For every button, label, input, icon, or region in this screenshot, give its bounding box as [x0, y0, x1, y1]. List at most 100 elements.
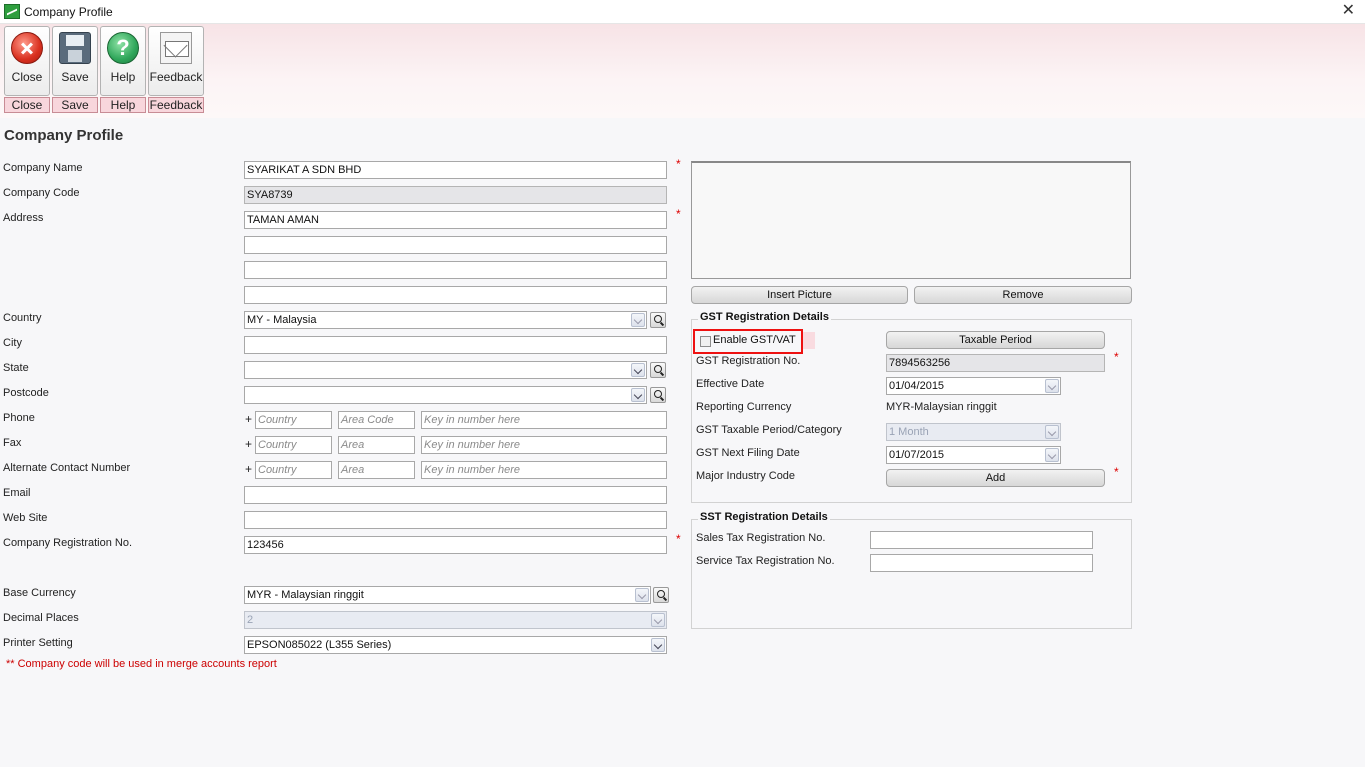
insert-picture-button[interactable]: Insert Picture — [691, 286, 908, 304]
company-code-label: Company Code — [3, 187, 80, 199]
help-sub-button[interactable]: Help — [100, 97, 146, 113]
close-button-label: Close — [11, 70, 43, 84]
country-select-value: MY - Malaysia — [247, 314, 317, 326]
chevron-down-icon[interactable] — [631, 388, 645, 402]
close-sub-button[interactable]: Close — [4, 97, 50, 113]
checkbox-icon[interactable] — [700, 336, 711, 347]
sales-tax-label: Sales Tax Registration No. — [696, 532, 826, 544]
alt-contact-area-field[interactable]: Area — [338, 461, 415, 479]
phone-label: Phone — [3, 412, 35, 424]
chevron-down-icon[interactable] — [1045, 379, 1059, 393]
enable-gst-checkbox[interactable]: Enable GST/VAT — [693, 329, 803, 354]
title-bar: Company Profile ✕ — [0, 0, 1365, 24]
sales-tax-field[interactable] — [870, 531, 1093, 549]
required-marker: * — [676, 207, 681, 221]
alt-contact-number-placeholder: Key in number here — [424, 464, 520, 476]
chevron-down-icon — [651, 613, 665, 627]
decimal-places-value: 2 — [247, 614, 254, 626]
gst-group-title: GST Registration Details — [698, 311, 831, 323]
fax-number-placeholder: Key in number here — [424, 439, 520, 451]
remove-picture-button[interactable]: Remove — [914, 286, 1132, 304]
address-line4-field[interactable] — [244, 286, 667, 304]
next-filing-date-picker[interactable]: 01/07/2015 — [886, 446, 1061, 464]
address-label: Address — [3, 212, 44, 224]
fax-country-field[interactable]: Country — [255, 436, 332, 454]
save-sub-button[interactable]: Save — [52, 97, 98, 113]
effective-date-label: Effective Date — [696, 378, 765, 390]
fax-area-field[interactable]: Area — [338, 436, 415, 454]
postcode-select[interactable] — [244, 386, 647, 404]
fax-number-field[interactable]: Key in number here — [421, 436, 667, 454]
enable-gst-label: Enable GST/VAT — [713, 334, 796, 346]
reporting-currency-label: Reporting Currency — [696, 401, 792, 413]
chevron-down-icon[interactable] — [635, 588, 649, 602]
phone-number-placeholder: Key in number here — [424, 414, 520, 426]
fax-plus: + — [245, 437, 253, 451]
chevron-down-icon[interactable] — [631, 363, 645, 377]
app-logo-icon — [4, 4, 20, 19]
save-icon — [59, 32, 91, 64]
address-line1-field[interactable]: TAMAN AMAN — [244, 211, 667, 229]
phone-area-placeholder: Area Code — [341, 414, 394, 426]
base-currency-value: MYR - Malaysian ringgit — [247, 589, 364, 601]
taxable-period-button[interactable]: Taxable Period — [886, 331, 1105, 349]
add-industry-code-button[interactable]: Add — [886, 469, 1105, 487]
gst-taxable-period-select: 1 Month — [886, 423, 1061, 441]
service-tax-field[interactable] — [870, 554, 1093, 572]
chevron-down-icon[interactable] — [631, 313, 645, 327]
printer-setting-select[interactable]: EPSON085022 (L355 Series) — [244, 636, 667, 654]
close-button[interactable]: Close — [4, 26, 50, 96]
alt-contact-number-field[interactable]: Key in number here — [421, 461, 667, 479]
postcode-label: Postcode — [3, 387, 49, 399]
state-select[interactable] — [244, 361, 647, 379]
postcode-search-icon[interactable] — [650, 387, 666, 403]
chevron-down-icon[interactable] — [1045, 448, 1059, 462]
state-label: State — [3, 362, 29, 374]
base-currency-search-icon[interactable] — [653, 587, 669, 603]
printer-setting-label: Printer Setting — [3, 637, 73, 649]
base-currency-label: Base Currency — [3, 587, 76, 599]
printer-setting-value: EPSON085022 (L355 Series) — [247, 639, 392, 651]
company-name-label: Company Name — [3, 162, 83, 174]
required-marker: * — [1114, 465, 1119, 479]
feedback-button[interactable]: Feedback — [148, 26, 204, 96]
company-logo-picture[interactable] — [691, 161, 1131, 279]
company-name-field[interactable]: SYARIKAT A SDN BHD — [244, 161, 667, 179]
help-button[interactable]: ? Help — [100, 26, 146, 96]
required-marker: * — [1114, 350, 1119, 364]
save-button[interactable]: Save — [52, 26, 98, 96]
country-select[interactable]: MY - Malaysia — [244, 311, 647, 329]
registration-no-field[interactable]: 123456 — [244, 536, 667, 554]
address-line2-field[interactable] — [244, 236, 667, 254]
help-icon: ? — [107, 32, 139, 64]
fax-label: Fax — [3, 437, 22, 449]
city-field[interactable] — [244, 336, 667, 354]
next-filing-date-label: GST Next Filing Date — [696, 447, 800, 459]
window-close-button[interactable]: ✕ — [1342, 2, 1355, 20]
phone-number-field[interactable]: Key in number here — [421, 411, 667, 429]
help-button-label: Help — [110, 70, 136, 84]
gst-reg-no-field: 7894563256 — [886, 354, 1105, 372]
state-search-icon[interactable] — [650, 362, 666, 378]
registration-no-label: Company Registration No. — [3, 537, 133, 549]
toolbar: Close Close Save Save ? Help Help Feedba… — [0, 24, 1365, 118]
required-marker: * — [676, 532, 681, 546]
website-field[interactable] — [244, 511, 667, 529]
phone-country-field[interactable]: Country — [255, 411, 332, 429]
effective-date-picker[interactable]: 01/04/2015 — [886, 377, 1061, 395]
email-field[interactable] — [244, 486, 667, 504]
phone-area-field[interactable]: Area Code — [338, 411, 415, 429]
chevron-down-icon[interactable] — [651, 638, 665, 652]
city-label: City — [3, 337, 22, 349]
alt-contact-country-field[interactable]: Country — [255, 461, 332, 479]
close-icon — [11, 32, 43, 64]
country-search-icon[interactable] — [650, 312, 666, 328]
alt-contact-area-placeholder: Area — [341, 464, 365, 476]
website-label: Web Site — [3, 512, 48, 524]
company-code-field: SYA8739 — [244, 186, 667, 204]
feedback-sub-button[interactable]: Feedback — [148, 97, 204, 113]
page-title: Company Profile — [4, 127, 124, 144]
merge-accounts-note: ** Company code will be used in merge ac… — [6, 658, 277, 670]
base-currency-select[interactable]: MYR - Malaysian ringgit — [244, 586, 651, 604]
address-line3-field[interactable] — [244, 261, 667, 279]
